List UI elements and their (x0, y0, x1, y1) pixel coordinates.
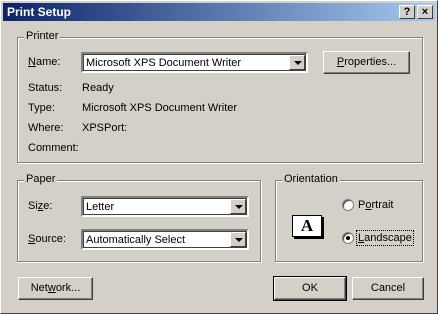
print-setup-dialog: Print Setup ? × Printer Name: Microsoft … (0, 0, 438, 314)
comment-label: Comment: (28, 142, 79, 154)
paper-size-value: Letter (86, 201, 115, 213)
orientation-group-label: Orientation (282, 173, 340, 185)
chevron-down-icon[interactable] (289, 55, 305, 70)
window-title: Print Setup (7, 5, 72, 19)
ok-button[interactable]: OK (273, 276, 347, 301)
where-value: XPSPort: (82, 122, 128, 134)
chevron-down-icon[interactable] (230, 232, 246, 247)
network-button[interactable]: Network... (18, 277, 93, 300)
cancel-button[interactable]: Cancel (352, 277, 424, 300)
type-label: Type: (28, 102, 55, 114)
landscape-radio[interactable] (342, 232, 354, 244)
size-label: Size: (28, 200, 53, 212)
landscape-page-icon: A (292, 215, 322, 237)
portrait-radio[interactable] (342, 199, 354, 211)
type-value: Microsoft XPS Document Writer (82, 102, 238, 114)
properties-button[interactable]: Properties... (323, 51, 410, 74)
paper-source-value: Automatically Select (86, 234, 186, 246)
paper-group-label: Paper (24, 173, 58, 185)
status-label: Status: (28, 82, 63, 94)
name-label: Name: (28, 56, 61, 68)
where-label: Where: (28, 122, 64, 134)
printer-group-label: Printer (24, 30, 61, 42)
portrait-label[interactable]: Portrait (358, 199, 393, 211)
paper-size-select[interactable]: Letter (81, 196, 249, 217)
status-value: Ready (82, 82, 114, 94)
help-button[interactable]: ? (399, 5, 415, 19)
printer-name-value: Microsoft XPS Document Writer (86, 57, 242, 69)
chevron-down-icon[interactable] (230, 199, 246, 214)
source-label: Source: (28, 233, 66, 245)
landscape-label[interactable]: Landscape (356, 230, 414, 246)
printer-name-select[interactable]: Microsoft XPS Document Writer (81, 52, 308, 73)
close-button[interactable]: × (417, 5, 433, 19)
paper-source-select[interactable]: Automatically Select (81, 229, 249, 250)
title-bar: Print Setup ? × (3, 3, 435, 21)
